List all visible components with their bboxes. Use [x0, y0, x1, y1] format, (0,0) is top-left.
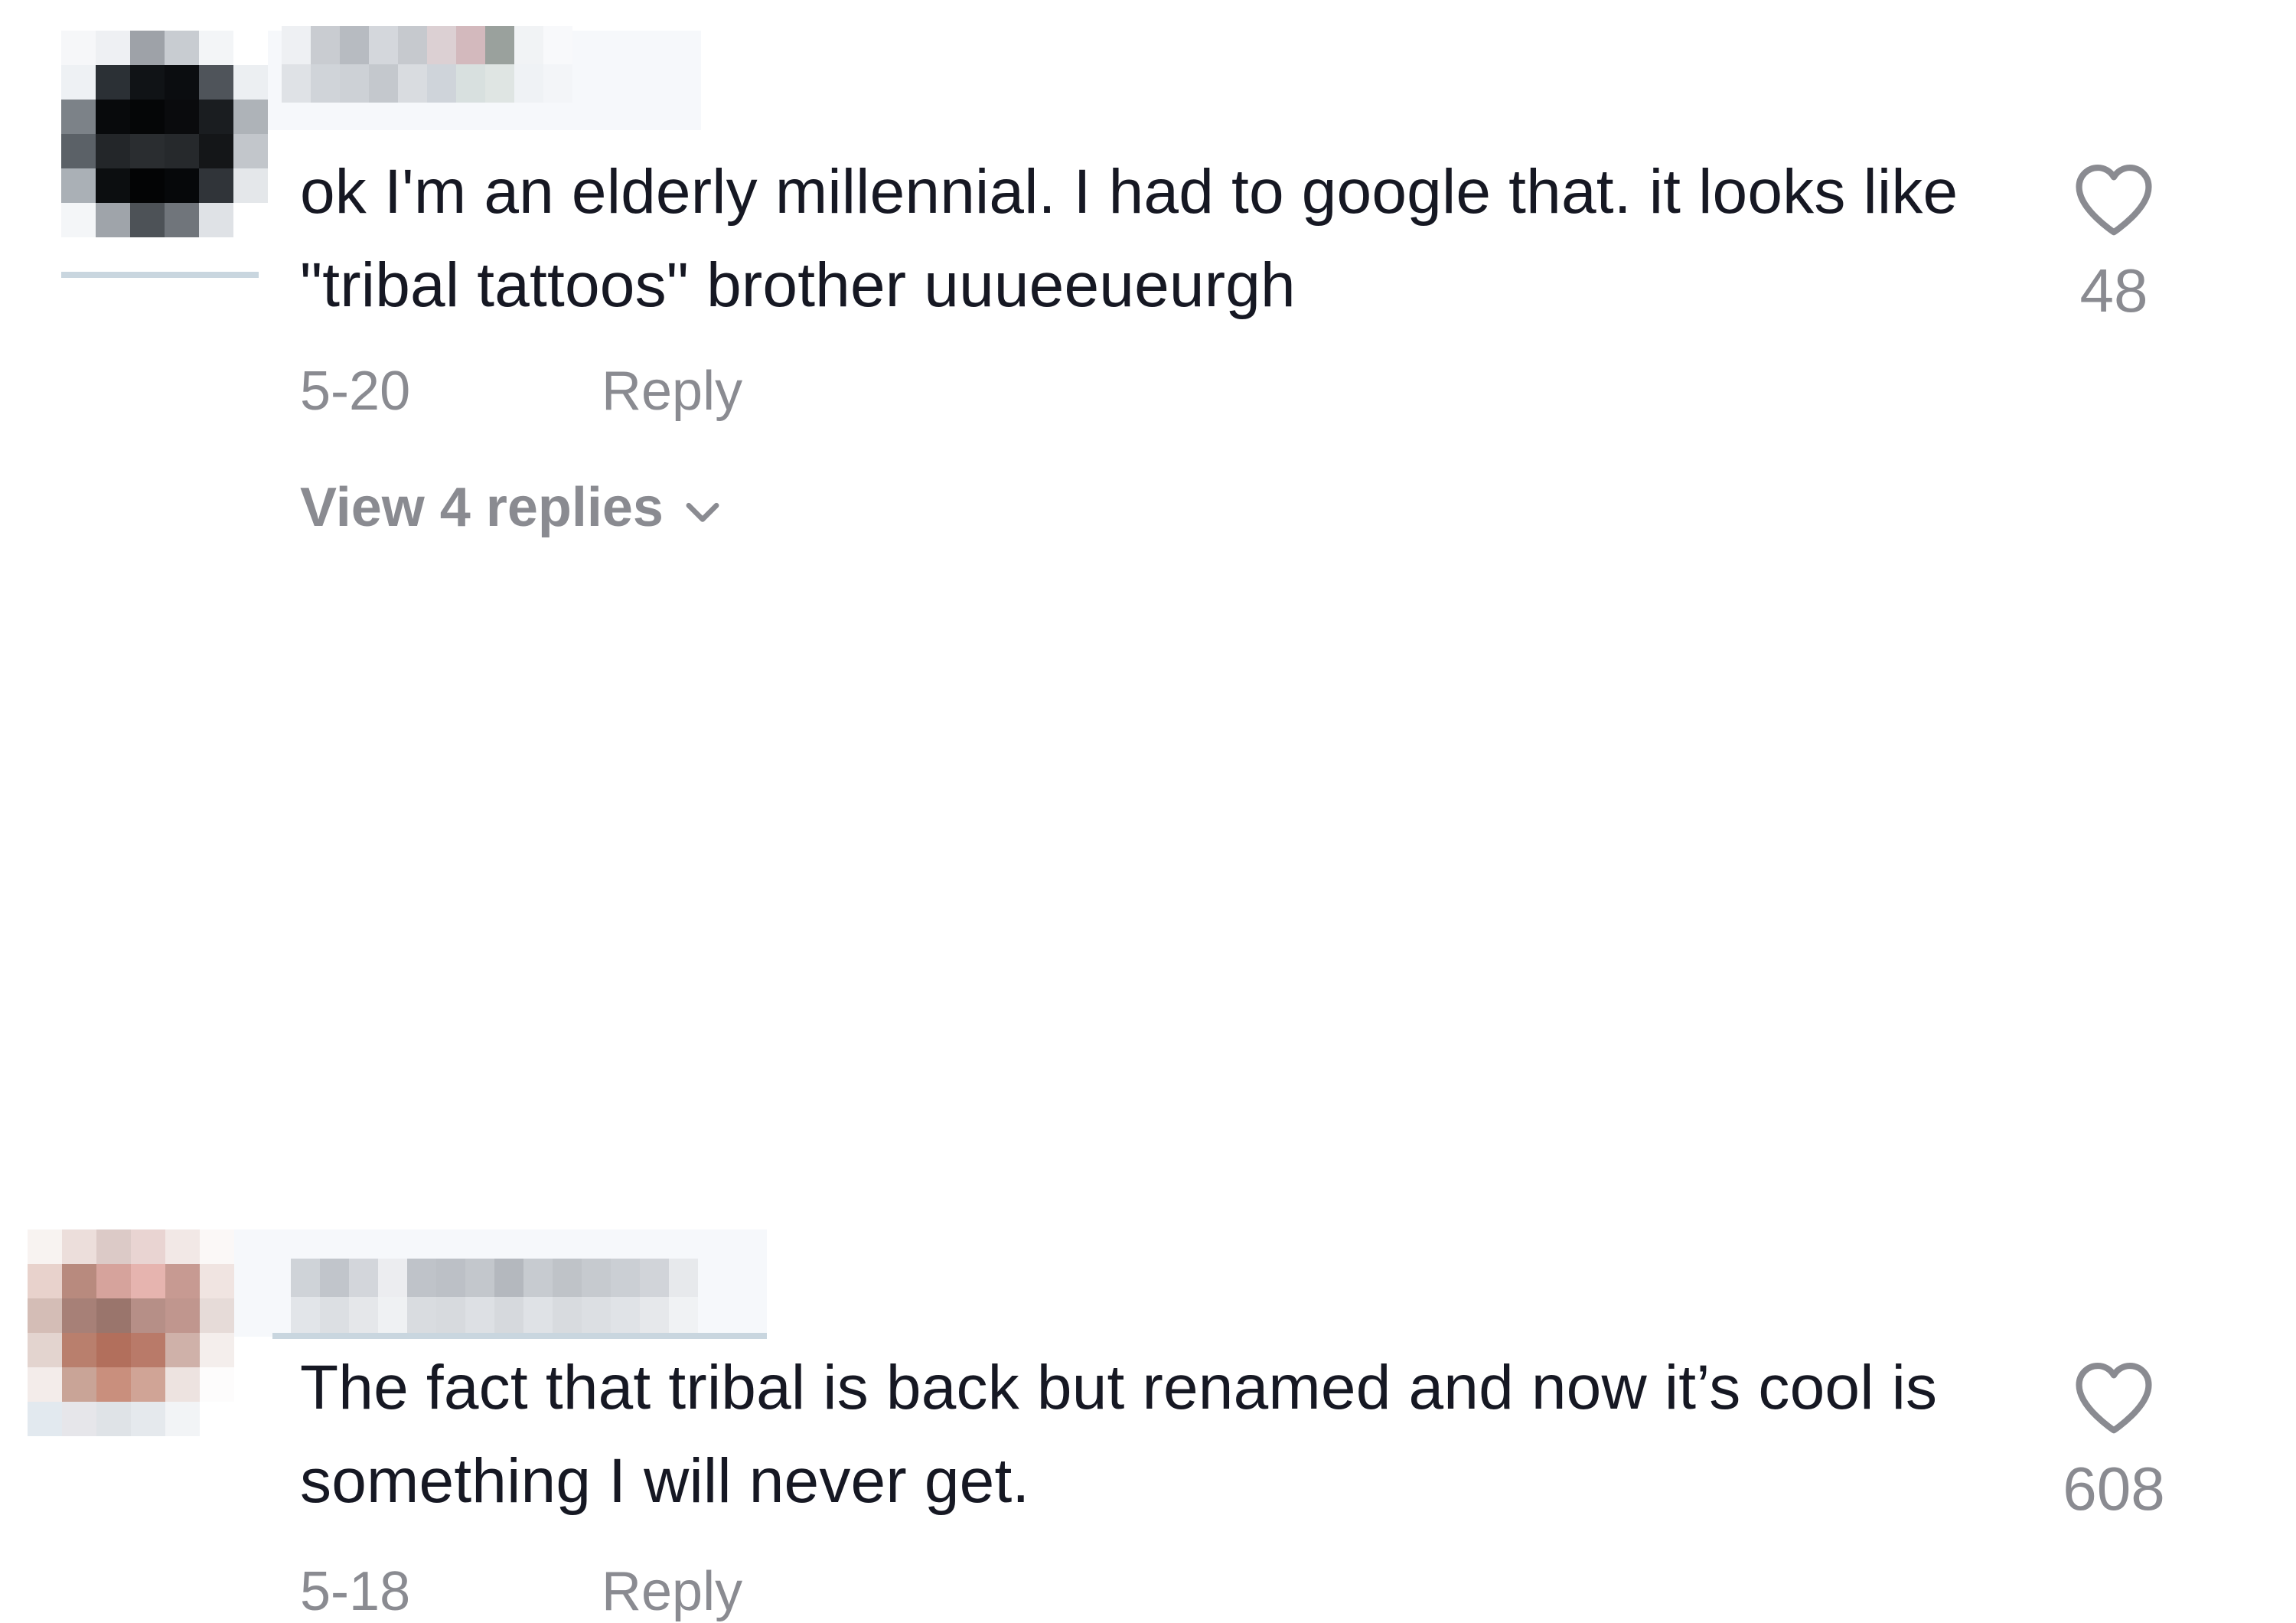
comment-text: ok I'm an elderly millennial. I had to g…: [300, 157, 1958, 320]
username-blurred[interactable]: [291, 1259, 698, 1335]
username-underline: [272, 1333, 767, 1339]
view-replies-button[interactable]: View 4 replies: [300, 476, 726, 539]
like-count: 48: [2079, 256, 2148, 325]
comment-meta: 5-20 Reply: [300, 360, 742, 423]
like-control: 48: [2014, 161, 2213, 326]
view-replies-label: View 4 replies: [300, 477, 664, 538]
like-control: 608: [2014, 1359, 2213, 1524]
like-count: 608: [2063, 1455, 2165, 1523]
reply-button[interactable]: Reply: [602, 1561, 742, 1622]
heart-outline-icon[interactable]: [2072, 161, 2156, 237]
comment-date: 5-18: [300, 1561, 411, 1622]
comment-meta: 5-18 Reply: [300, 1560, 742, 1623]
chevron-down-icon: [686, 502, 719, 522]
comment-item: ok I'm an elderly millennial. I had to g…: [0, 0, 2296, 582]
avatar-underline: [61, 272, 259, 278]
comment-text: The fact that tribal is back but renamed…: [300, 1353, 1938, 1516]
comment-date: 5-20: [300, 361, 411, 422]
reply-button[interactable]: Reply: [602, 361, 742, 422]
username-blurred[interactable]: [282, 26, 572, 103]
comment-item: The fact that tribal is back but renamed…: [0, 605, 2296, 1622]
heart-outline-icon[interactable]: [2072, 1359, 2156, 1435]
avatar[interactable]: [28, 1229, 234, 1436]
avatar[interactable]: [61, 31, 268, 237]
